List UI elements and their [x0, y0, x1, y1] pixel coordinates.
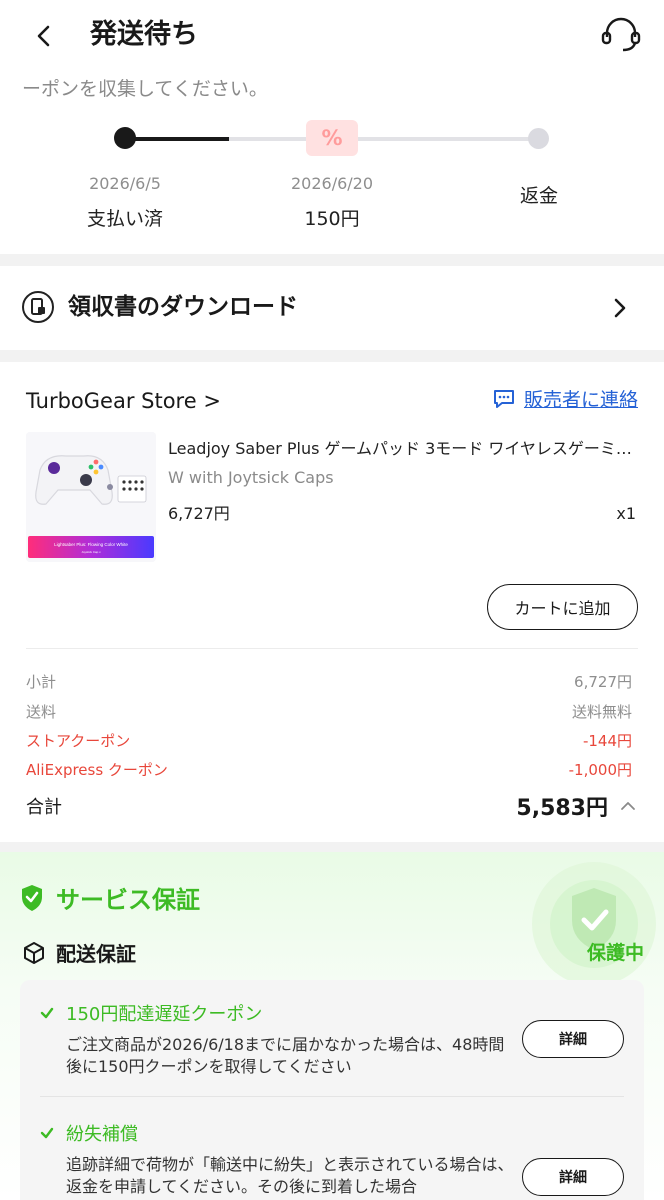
shipping-guarantee-title: 配送保証: [22, 938, 136, 967]
store-name: TurboGear Store: [26, 389, 197, 413]
order-progress: ーポンを収集してください。 % 2026/6/5 支払い済 2026/6/20 …: [0, 70, 664, 254]
details-button[interactable]: 詳細: [522, 1020, 624, 1058]
step-dot-paid: [114, 127, 136, 149]
step-date: 2026/6/5: [89, 174, 161, 193]
summary-value: 6,727円: [574, 673, 632, 691]
step-date: 2026/6/20: [290, 174, 374, 193]
percent-icon: %: [321, 126, 343, 150]
coupon-badge: %: [306, 120, 358, 156]
product-image[interactable]: Lightsaber Plus: Flowing Color White Joy…: [26, 432, 156, 562]
guarantee-title-text: 紛失補償: [66, 1124, 138, 1145]
page-title: 発送待ち: [90, 19, 198, 50]
guarantee-item-description: 追跡詳細で荷物が「輸送中に紛失」と表示されている場合は、返金を申請してください。…: [66, 1155, 514, 1196]
customer-support-button[interactable]: [598, 14, 644, 56]
progress-hint: ーポンを収集してください。: [22, 78, 268, 100]
product-banner-text: Lightsaber Plus: Flowing Color White: [54, 542, 128, 547]
step-label: 支払い済: [86, 208, 163, 230]
step-label: 返金: [519, 185, 558, 207]
back-button[interactable]: [26, 18, 62, 54]
product-quantity: x1: [616, 504, 636, 523]
summary-value: -1,000円: [568, 761, 632, 779]
summary-row-subtotal: 小計 6,727円: [26, 670, 632, 694]
order-card: TurboGear Store > 販売者に連絡 Lightsaber Plus…: [0, 362, 664, 842]
divider: [26, 648, 638, 649]
chevron-right-icon: [608, 294, 632, 322]
total-value-group: 5,583円: [516, 790, 636, 822]
top-bar: 発送待ち: [0, 0, 664, 70]
guarantee-item-description: ご注文商品が2026/6/18までに届かなかった場合は、48時間後に150円クー…: [66, 1035, 505, 1076]
receipt-download-row[interactable]: 領収書のダウンロード: [0, 266, 664, 350]
headset-icon: [601, 17, 641, 52]
progress-track-done: [125, 137, 229, 141]
order-total-row[interactable]: 合計 5,583円: [26, 790, 636, 822]
summary-label: 小計: [26, 673, 57, 691]
check-icon: [40, 1127, 54, 1139]
details-button[interactable]: 詳細: [522, 1158, 624, 1196]
add-to-cart-button[interactable]: カートに追加: [487, 584, 638, 630]
summary-row-store-coupon: ストアクーポン -144円: [26, 729, 632, 753]
check-icon: [40, 1007, 54, 1019]
step-dot-refund: [528, 128, 549, 149]
total-value: 5,583円: [516, 796, 608, 821]
summary-value: -144円: [582, 732, 632, 750]
contact-seller-label: 販売者に連絡: [523, 389, 638, 411]
shipping-guarantee-text: 配送保証: [56, 942, 136, 966]
service-guarantee-title: サービス保証: [20, 880, 200, 915]
product-variant: W with Joytsick Caps: [168, 468, 334, 487]
store-link[interactable]: TurboGear Store >: [26, 384, 221, 418]
product-title[interactable]: Leadjoy Saber Plus ゲームパッド 3モード ワイヤレスゲーミ…: [168, 434, 636, 464]
protection-status: 保護中: [586, 942, 644, 964]
receipt-icon: [22, 291, 54, 323]
summary-label: AliExpress クーポン: [26, 761, 168, 779]
chat-icon: [493, 389, 514, 408]
guarantee-item-title: 紛失補償: [40, 1120, 138, 1146]
summary-row-shipping: 送料 送料無料: [26, 700, 632, 724]
summary-label: 送料: [26, 703, 57, 721]
guarantee-title-text: 150円配達遅延クーポン: [66, 1004, 263, 1025]
receipt-download-label: 領収書のダウンロード: [68, 294, 298, 320]
store-chevron-icon: >: [203, 389, 221, 413]
shield-check-icon: [22, 884, 42, 911]
back-arrow-icon: [37, 25, 50, 47]
product-price: 6,727円: [168, 504, 230, 523]
total-label: 合計: [26, 797, 62, 818]
box-icon: [24, 941, 44, 964]
contact-seller-link[interactable]: 販売者に連絡: [492, 385, 638, 412]
divider: [40, 1096, 624, 1097]
step-label: 150円: [304, 208, 360, 230]
progress-track-pending: [229, 137, 538, 141]
service-guarantee-section: サービス保証 保護中 配送保証 150円配達遅延クーポン ご注文商品が2026/…: [0, 852, 664, 1200]
guarantee-item-title: 150円配達遅延クーポン: [40, 1000, 262, 1026]
summary-value: 送料無料: [571, 703, 632, 721]
product-banner-subtext: Joystick Cap x: [81, 550, 101, 554]
guarantee-list: 150円配達遅延クーポン ご注文商品が2026/6/18までに届かなかった場合は…: [20, 980, 644, 1200]
summary-row-aliexpress-coupon: AliExpress クーポン -1,000円: [26, 758, 632, 782]
service-title-text: サービス保証: [56, 886, 200, 914]
summary-label: ストアクーポン: [26, 732, 131, 750]
chevron-up-icon: [621, 802, 635, 810]
